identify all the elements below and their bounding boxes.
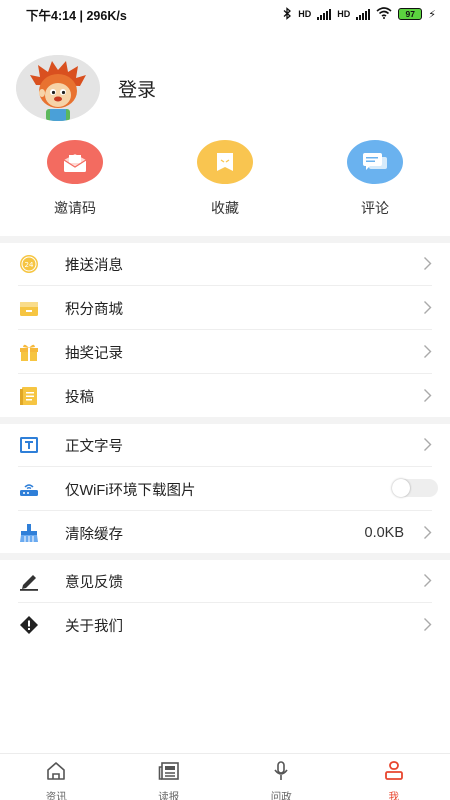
wifi-router-icon (18, 479, 40, 499)
menu-item-points-mall[interactable]: 积分商城 (0, 286, 450, 330)
cache-size-value: 0.0KB (364, 525, 405, 541)
nav-news[interactable]: 资讯 (0, 754, 113, 800)
info-diamond-icon (18, 615, 40, 635)
push-clock-icon: 24 (18, 254, 40, 274)
chevron-right-icon (423, 388, 432, 408)
nav-label: 我 (388, 791, 400, 800)
status-icons: HD HD 97 ⚡ (283, 6, 436, 22)
gift-icon (18, 342, 40, 362)
user-icon (383, 761, 405, 786)
pencil-icon (18, 571, 40, 591)
menu-item-font-size[interactable]: 正文字号 (0, 423, 450, 467)
chevron-right-icon (423, 525, 432, 545)
quick-actions: 邀请码 收藏 评论 (0, 140, 450, 218)
nav-label: 读报 (158, 791, 180, 800)
avatar[interactable] (16, 55, 100, 121)
chevron-right-icon (423, 256, 432, 276)
login-label[interactable]: 登录 (118, 75, 156, 102)
menu-label: 抽奖记录 (65, 345, 123, 362)
comments-button[interactable]: 评论 (300, 140, 450, 218)
battery-icon: 97 (398, 8, 423, 20)
favorites-label: 收藏 (211, 200, 239, 216)
nav-inquiry[interactable]: 问政 (225, 754, 338, 800)
menu-item-clear-cache[interactable]: 清除缓存 0.0KB (0, 511, 450, 555)
microphone-icon (270, 761, 292, 786)
wifi-only-toggle[interactable] (392, 479, 438, 497)
menu-item-submit-article[interactable]: 投稿 (0, 374, 450, 418)
status-bar: 下午4:14 | 296K/s HD HD 97 ⚡ (0, 0, 450, 28)
menu-label: 清除缓存 (65, 526, 123, 543)
invite-code-button[interactable]: 邀请码 (0, 140, 150, 218)
menu-item-about-us[interactable]: 关于我们 (0, 603, 450, 647)
hd-label-2: HD (337, 9, 351, 19)
menu-label: 积分商城 (65, 301, 123, 318)
chat-icon (347, 140, 403, 184)
favorites-button[interactable]: 收藏 (150, 140, 300, 218)
nav-me[interactable]: 我 (338, 754, 450, 800)
menu-label: 投稿 (65, 389, 94, 406)
hd-label: HD (298, 9, 312, 19)
menu-label: 推送消息 (65, 257, 123, 274)
chevron-right-icon (423, 344, 432, 364)
menu-label: 仅WiFi环境下载图片 (65, 482, 196, 499)
profile-header[interactable]: 登录 (16, 55, 156, 121)
chevron-right-icon (423, 437, 432, 457)
menu-item-feedback[interactable]: 意见反馈 (0, 559, 450, 603)
font-size-icon (18, 435, 40, 455)
chevron-right-icon (423, 573, 432, 593)
comments-label: 评论 (361, 200, 389, 216)
menu-label: 关于我们 (65, 618, 123, 635)
status-time-speed: 下午4:14 | 296K/s (26, 8, 127, 23)
wifi-icon (376, 7, 392, 21)
bottom-nav: 资讯 读报 问政 我 (0, 753, 450, 800)
signal-icon-2 (356, 8, 371, 20)
menu-label: 正文字号 (65, 438, 123, 455)
bluetooth-icon (283, 6, 292, 22)
mail-icon (47, 140, 103, 184)
charging-icon: ⚡ (428, 8, 436, 21)
nav-label: 资讯 (45, 791, 67, 800)
bookmark-icon (197, 140, 253, 184)
chevron-right-icon (423, 617, 432, 637)
newspaper-icon (158, 761, 180, 786)
home-icon (45, 761, 67, 786)
invite-code-label: 邀请码 (54, 200, 96, 216)
chevron-right-icon (423, 300, 432, 320)
toggle-knob (392, 479, 410, 497)
broom-icon (18, 523, 40, 543)
svg-text:24: 24 (25, 261, 34, 269)
nav-label: 问政 (270, 791, 292, 800)
document-icon (18, 386, 40, 406)
nav-newspaper[interactable]: 读报 (113, 754, 226, 800)
menu-item-wifi-only-images: 仅WiFi环境下载图片 (0, 467, 450, 511)
menu-label: 意见反馈 (65, 574, 123, 591)
menu-item-push-messages[interactable]: 24 推送消息 (0, 242, 450, 286)
signal-icon (317, 8, 332, 20)
shop-icon (18, 298, 40, 318)
menu-item-lottery-records[interactable]: 抽奖记录 (0, 330, 450, 374)
